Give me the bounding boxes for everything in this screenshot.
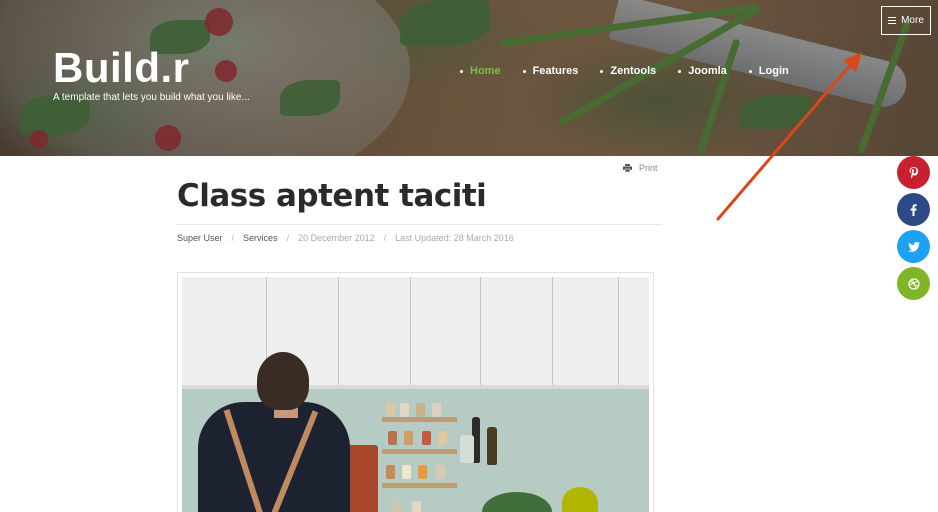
nav-item-label: Zentools (610, 65, 657, 77)
dribbble-icon (907, 277, 920, 290)
hero-header: Build.r A template that lets you build w… (0, 0, 938, 156)
bullet-icon (460, 69, 463, 73)
article-image (177, 272, 654, 512)
site-tagline: A template that lets you build what you … (53, 92, 250, 103)
photo-spice-shelf (382, 403, 457, 512)
photo-person (198, 402, 350, 512)
photo-person-head (257, 352, 309, 410)
pinterest-share-button[interactable] (897, 156, 930, 189)
article-title: Class aptent taciti (177, 178, 487, 214)
nav-item-features[interactable]: Features (522, 64, 579, 78)
nav-item-home[interactable]: Home (460, 64, 501, 78)
meta-published-date: 20 December 2012 (298, 233, 375, 243)
bullet-icon (748, 69, 752, 73)
photo-bottle (487, 427, 497, 465)
bullet-icon (522, 69, 526, 73)
social-share-bar (897, 156, 930, 304)
nav-item-label: Joomla (688, 65, 727, 77)
printer-icon (623, 164, 632, 172)
photo-cabinets (182, 277, 649, 389)
nav-item-login[interactable]: Login (748, 64, 789, 78)
nav-item-zentools[interactable]: Zentools (600, 64, 656, 78)
more-label: More (901, 15, 924, 26)
twitter-share-button[interactable] (897, 230, 930, 263)
nav-item-label: Features (532, 65, 579, 77)
main-nav: Home Features Zentools Joomla Login (460, 64, 811, 78)
nav-item-joomla[interactable]: Joomla (678, 64, 727, 78)
facebook-icon (910, 203, 917, 216)
twitter-icon (907, 241, 920, 252)
meta-last-updated: Last Updated: 28 March 2016 (395, 233, 514, 243)
print-label: Print (639, 163, 658, 173)
article-meta: Super User / Services / 20 December 2012… (177, 232, 514, 244)
print-link[interactable]: Print (623, 163, 658, 173)
site-title[interactable]: Build.r (53, 44, 190, 92)
nav-item-label: Login (758, 65, 789, 77)
facebook-share-button[interactable] (897, 193, 930, 226)
photo-kettle (562, 487, 598, 512)
bullet-icon (600, 69, 604, 73)
hamburger-icon (888, 17, 897, 24)
more-menu-button[interactable]: More (881, 6, 931, 35)
bullet-icon (678, 69, 682, 73)
nav-item-label: Home (470, 65, 501, 77)
photo-bottle (460, 435, 474, 463)
meta-author: Super User (177, 233, 223, 243)
title-divider (177, 224, 662, 225)
meta-separator: / (383, 233, 387, 243)
pinterest-icon (909, 166, 918, 179)
meta-separator: / (286, 233, 290, 243)
dribbble-share-button[interactable] (897, 267, 930, 300)
meta-category-link[interactable]: Services (243, 232, 278, 244)
kitchen-photo (182, 277, 649, 512)
meta-separator: / (231, 233, 235, 243)
